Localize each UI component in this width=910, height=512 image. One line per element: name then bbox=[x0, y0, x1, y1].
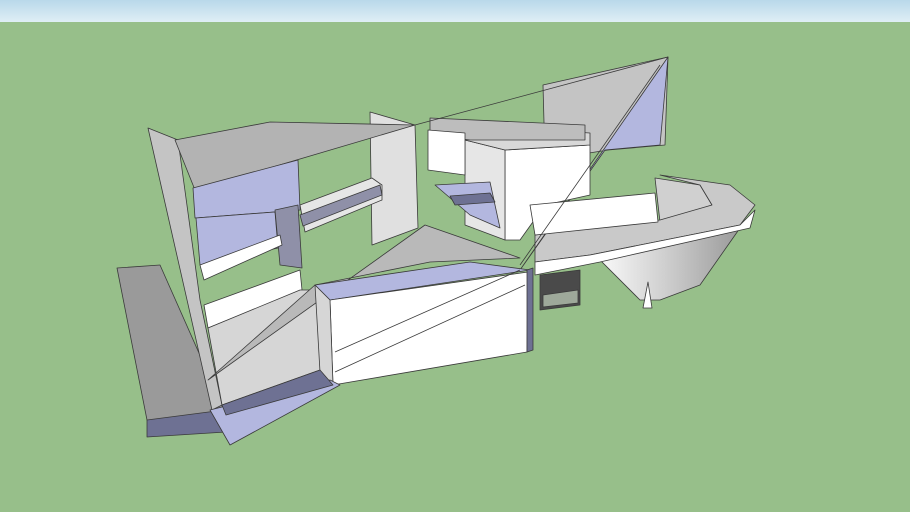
front-block-blue-edge bbox=[526, 267, 534, 353]
sky bbox=[0, 0, 910, 22]
sketchup-viewport[interactable] bbox=[0, 0, 910, 512]
upper-window bbox=[427, 129, 466, 176]
